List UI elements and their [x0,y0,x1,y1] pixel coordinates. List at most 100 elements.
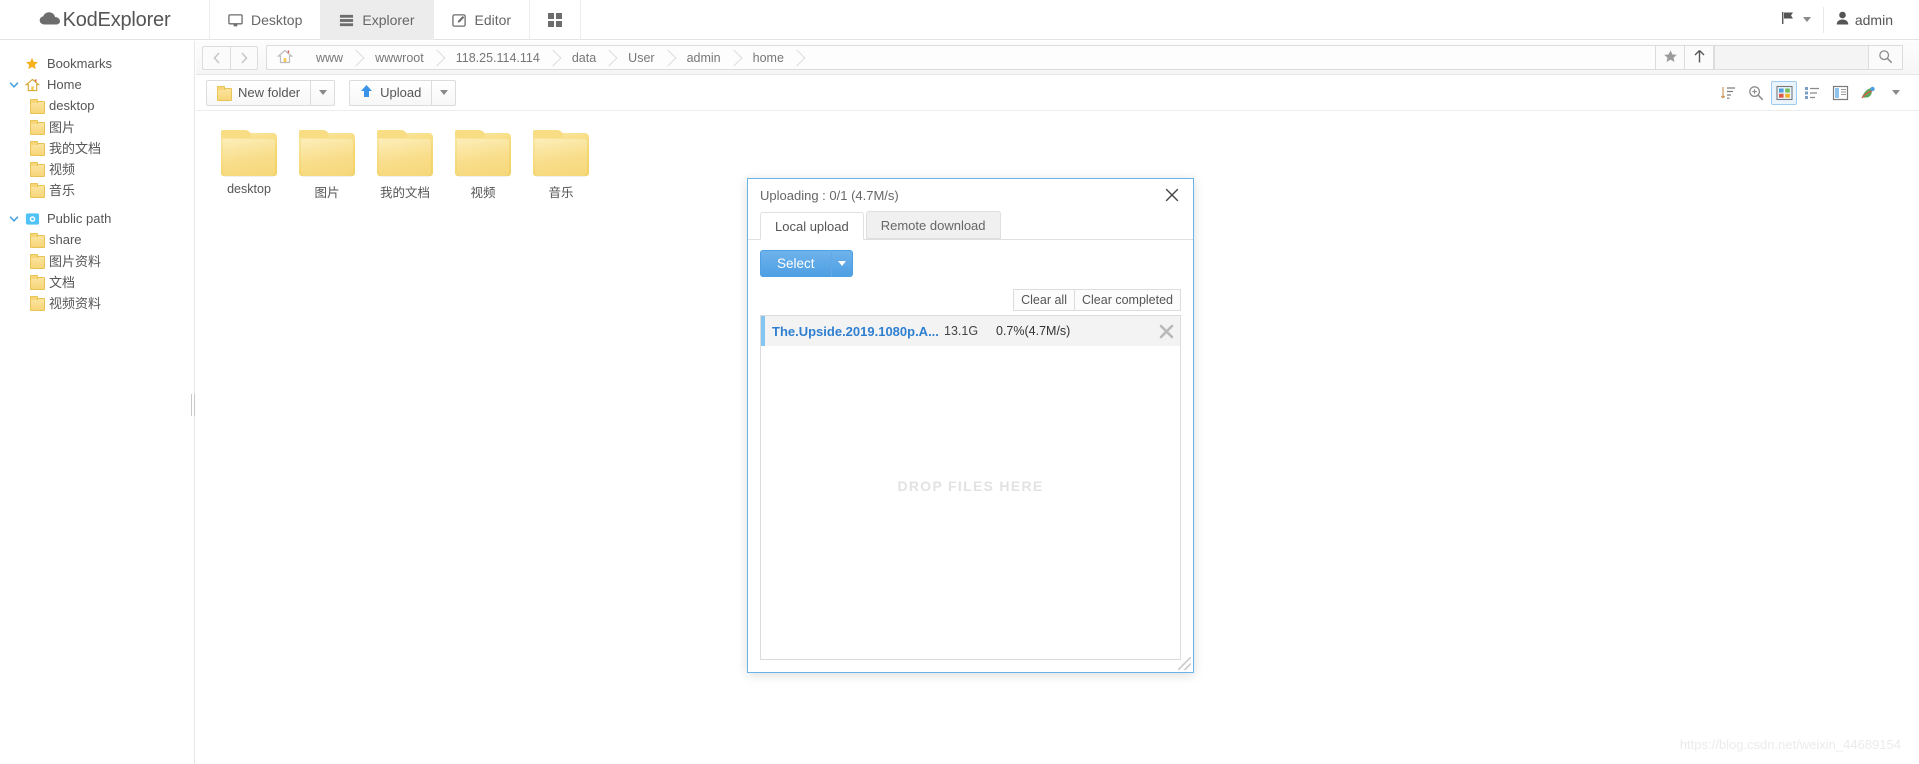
upload-row[interactable]: The.Upside.2019.1080p.A... 13.1G 0.7%(4.… [761,316,1180,346]
clear-completed-button[interactable]: Clear completed [1074,289,1181,311]
sidebar-splitter-handle[interactable] [189,390,196,420]
sidebar-item-public-path[interactable]: Public path [0,208,194,229]
chevron-down-icon [1892,90,1900,95]
sidebar-label: share [49,232,82,247]
new-folder-dropdown[interactable] [311,79,336,106]
breadcrumb-item[interactable]: data [558,46,614,69]
sidebar-item-pictures[interactable]: 图片 [0,116,194,137]
breadcrumb-item[interactable]: 118.25.114.114 [442,46,558,69]
public-path-icon [22,212,42,226]
watermark-text: https://blog.csdn.net/weixin_44689154 [1679,737,1901,752]
theme-dropdown-icon[interactable] [1883,81,1909,105]
file-item[interactable]: desktop [210,125,288,206]
file-name: 图片 [314,186,340,200]
sidebar-item-documents[interactable]: 我的文档 [0,137,194,158]
home-icon [276,49,293,67]
arrow-up-blue-icon [360,84,373,101]
view-options [1715,80,1909,105]
folder-front [379,139,431,176]
favorite-button[interactable] [1655,45,1685,70]
sidebar-label: 音乐 [49,183,76,198]
tab-editor[interactable]: Editor [434,0,531,40]
upload-file-name: The.Upside.2019.1080p.A... [772,323,939,339]
select-dropdown-button[interactable] [830,250,853,277]
tab-remote-download-label: Remote download [880,217,986,233]
forward-button[interactable] [230,45,258,70]
breadcrumb-item[interactable]: User [614,46,672,69]
chevron-down-icon[interactable] [6,80,22,90]
splitter-line [193,394,195,416]
folder-front [457,139,509,176]
breadcrumb-item[interactable]: admin [673,46,739,69]
chevron-down-icon [1802,17,1811,22]
sidebar-item-video-assets[interactable]: 视频资料 [0,292,194,313]
sidebar-item-share[interactable]: share [0,229,194,250]
upload-list[interactable]: The.Upside.2019.1080p.A... 13.1G 0.7%(4.… [760,315,1181,660]
sidebar-item-home[interactable]: Home [0,74,194,95]
sidebar-label: 图片 [49,120,76,135]
sidebar-item-desktop[interactable]: desktop [0,95,194,116]
grid-view-icon[interactable] [1771,80,1797,105]
file-item[interactable]: 视频 [444,125,522,206]
upload-remove-icon[interactable] [1152,324,1180,339]
back-button[interactable] [202,45,230,70]
breadcrumb-item[interactable]: www [302,46,361,69]
file-item[interactable]: 我的文档 [366,125,444,206]
sidebar-label: Public path [47,211,112,226]
clear-all-button[interactable]: Clear all [1013,289,1075,311]
new-folder-button[interactable]: New folder [206,79,312,106]
go-up-button[interactable] [1684,45,1714,70]
folder-icon [30,253,45,269]
folder-icon [221,130,277,176]
close-icon[interactable] [1161,184,1183,206]
chevron-down-icon[interactable] [6,214,22,224]
file-item[interactable]: 图片 [288,125,366,206]
folder-icon [533,130,589,176]
breadcrumb-item[interactable]: home [739,46,802,69]
search-input[interactable] [1714,45,1869,70]
sidebar-item-videos[interactable]: 视频 [0,158,194,179]
zoom-icon[interactable] [1743,81,1769,105]
tab-apps[interactable] [530,0,582,40]
tab-desktop[interactable]: Desktop [210,0,322,40]
dialog-title: Uploading : 0/1 (4.7M/s) [760,187,899,203]
tab-remote-download[interactable]: Remote download [865,211,1001,239]
split-view-icon[interactable] [1827,81,1853,105]
list-view-icon[interactable] [1799,81,1825,105]
folder-front [301,139,353,176]
theme-icon[interactable] [1855,81,1881,105]
folder-icon [30,140,45,156]
file-item[interactable]: 音乐 [522,125,600,206]
tab-local-upload[interactable]: Local upload [760,212,864,240]
tab-explorer[interactable]: Explorer [321,0,434,40]
header-right-area: admin [1769,0,1919,39]
sidebar-item-bookmarks[interactable]: Bookmarks [0,53,194,74]
sidebar-label: 我的文档 [49,141,102,156]
sidebar-item-picture-assets[interactable]: 图片资料 [0,250,194,271]
path-bar: www wwwroot 118.25.114.114 data User adm… [196,41,1919,75]
sidebar-item-music[interactable]: 音乐 [0,179,194,200]
dialog-header[interactable]: Uploading : 0/1 (4.7M/s) [748,179,1193,211]
sort-icon[interactable] [1715,81,1741,105]
sidebar-item-docs[interactable]: 文档 [0,271,194,292]
tab-local-upload-label: Local upload [775,218,849,234]
upload-button[interactable]: Upload [349,79,433,106]
tab-editor-label: Editor [474,12,512,28]
app-logo[interactable]: KodExplorer [0,0,210,40]
select-button[interactable]: Select [760,250,831,277]
path-home-button[interactable] [266,45,302,70]
select-button-label: Select [777,256,815,271]
user-menu[interactable]: admin [1824,0,1905,40]
upload-label: Upload [380,85,422,100]
search-button[interactable] [1869,45,1903,70]
folder-front [223,139,275,176]
star-icon [22,57,42,71]
language-switcher[interactable] [1769,0,1823,40]
folder-icon [377,130,433,176]
breadcrumb-item[interactable]: wwwroot [361,46,442,69]
resize-grip-icon[interactable] [1178,657,1191,670]
folder-flap [299,130,329,138]
upload-dropdown[interactable] [432,79,457,106]
app-name: KodExplorer [62,8,171,31]
